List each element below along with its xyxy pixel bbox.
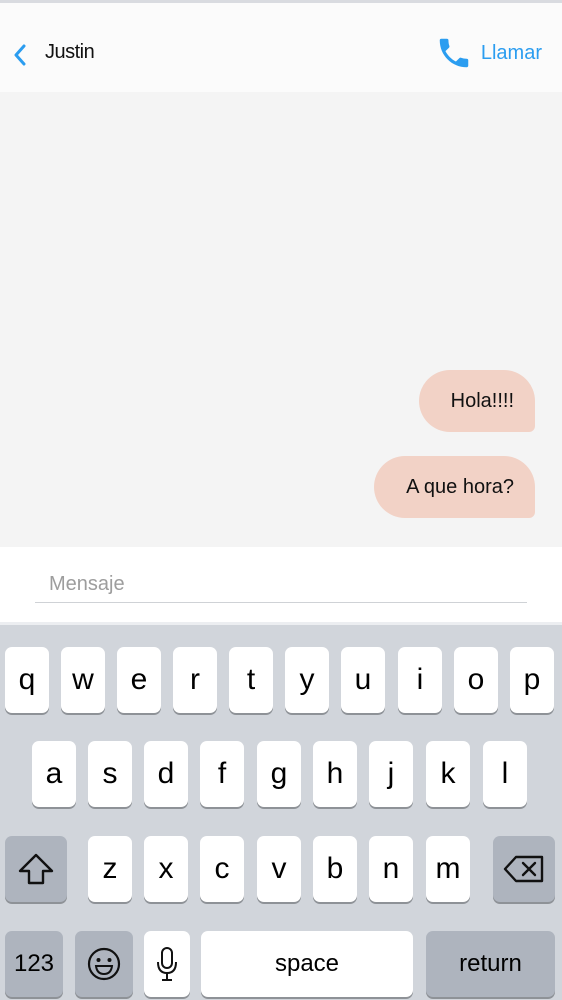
key-p[interactable]: p — [510, 647, 554, 713]
key-l[interactable]: l — [483, 741, 527, 807]
key-x[interactable]: x — [144, 836, 188, 902]
message-bubble: Hola!!!! — [418, 370, 535, 432]
chevron-left-icon — [14, 44, 26, 66]
phone-icon — [439, 38, 469, 68]
emoji-icon — [87, 947, 121, 981]
microphone-icon — [157, 947, 177, 981]
message-thread: Hola!!!! A que hora? — [0, 92, 562, 547]
key-d[interactable]: d — [144, 741, 188, 807]
key-q[interactable]: q — [5, 647, 49, 713]
back-button[interactable] — [8, 39, 32, 71]
shift-key[interactable] — [5, 836, 67, 902]
key-r[interactable]: r — [173, 647, 217, 713]
key-e[interactable]: e — [117, 647, 161, 713]
key-m[interactable]: m — [426, 836, 470, 902]
key-c[interactable]: c — [200, 836, 244, 902]
numbers-key[interactable]: 123 — [5, 931, 63, 997]
contact-name: Justin — [45, 41, 95, 63]
keyboard: q w e r t y u i o p a s d f g h j k l z … — [0, 622, 562, 1000]
shift-icon — [18, 853, 54, 885]
compose-area — [0, 547, 562, 622]
call-label: Llamar — [480, 41, 542, 64]
dictation-key[interactable] — [144, 931, 190, 997]
message-bubble: A que hora? — [374, 456, 535, 518]
key-b[interactable]: b — [313, 836, 357, 902]
call-button[interactable]: Llamar — [435, 31, 542, 75]
return-key[interactable]: return — [426, 931, 555, 997]
key-u[interactable]: u — [341, 647, 385, 713]
key-y[interactable]: y — [285, 647, 329, 713]
key-f[interactable]: f — [200, 741, 244, 807]
key-s[interactable]: s — [88, 741, 132, 807]
key-h[interactable]: h — [313, 741, 357, 807]
conversation-header: Justin Llamar — [0, 3, 562, 92]
key-v[interactable]: v — [257, 836, 301, 902]
message-input[interactable] — [35, 567, 527, 603]
backspace-icon — [503, 855, 544, 883]
space-key[interactable]: space — [201, 931, 413, 997]
key-o[interactable]: o — [454, 647, 498, 713]
key-n[interactable]: n — [369, 836, 413, 902]
key-w[interactable]: w — [61, 647, 105, 713]
key-i[interactable]: i — [398, 647, 442, 713]
key-k[interactable]: k — [426, 741, 470, 807]
backspace-key[interactable] — [493, 836, 555, 902]
key-t[interactable]: t — [229, 647, 273, 713]
key-a[interactable]: a — [32, 741, 76, 807]
key-j[interactable]: j — [369, 741, 413, 807]
emoji-key[interactable] — [75, 931, 133, 997]
key-z[interactable]: z — [88, 836, 132, 902]
key-g[interactable]: g — [257, 741, 301, 807]
